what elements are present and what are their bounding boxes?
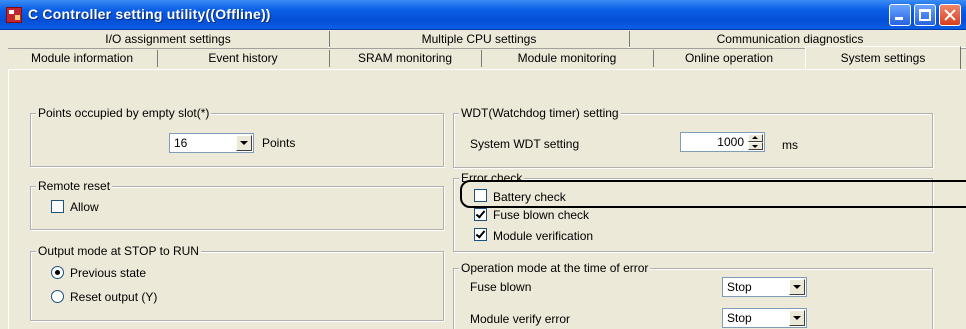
fuse-blown-check-checkbox[interactable] [474,208,487,221]
close-button[interactable] [939,4,961,26]
module-verify-error-value: Stop [727,311,752,325]
previous-state-radio[interactable] [51,266,64,279]
previous-state-label[interactable]: Previous state [70,266,146,280]
window-title: C Controller setting utility((Offline)) [28,6,271,22]
output-mode-group: Output mode at STOP to RUN [30,244,444,321]
radio-selected-dot [55,270,60,275]
reset-output-radio[interactable] [51,290,64,303]
system-wdt-spinbox[interactable]: 1000 [680,132,765,152]
points-dropdown-button[interactable] [236,135,252,151]
tab-system-settings[interactable]: System settings [805,46,961,70]
fuse-blown-label: Fuse blown [470,280,532,294]
arrow-up-icon [752,136,758,139]
tab-multiple-cpu[interactable]: Multiple CPU settings [330,30,628,48]
spin-down-button[interactable] [748,142,763,150]
app-window: C Controller setting utility((Offline)) … [0,0,966,329]
points-value: 16 [174,136,188,150]
maximize-button[interactable] [914,4,936,26]
tab-online-operation[interactable]: Online operation [654,49,804,67]
reset-output-label[interactable]: Reset output (Y) [70,290,157,304]
maximize-icon [919,9,931,21]
app-icon [6,7,22,23]
remote-reset-title: Remote reset [36,179,113,193]
module-verify-error-label: Module verify error [470,312,571,326]
chevron-down-icon [240,141,248,145]
allow-label[interactable]: Allow [70,200,99,214]
chevron-down-icon [793,285,801,289]
battery-check-highlight [460,180,966,208]
checkmark-icon [475,228,486,239]
wdt-title: WDT(Watchdog timer) setting [459,106,621,120]
tab-io-assignment[interactable]: I/O assignment settings [8,30,328,48]
tab-module-monitoring[interactable]: Module monitoring [482,49,652,67]
checkmark-icon [475,208,486,219]
operation-mode-title: Operation mode at the time of error [459,261,651,275]
module-verify-error-dropdown-button[interactable] [789,310,805,326]
fuse-blown-value: Stop [727,280,752,294]
system-wdt-value: 1000 [717,135,744,149]
close-icon [940,5,960,25]
tab-sram-monitoring[interactable]: SRAM monitoring [330,49,480,67]
tab-module-information[interactable]: Module information [8,49,156,67]
title-bar[interactable]: C Controller setting utility((Offline)) [0,0,966,30]
points-select[interactable]: 16 [169,133,254,153]
tab-event-history[interactable]: Event history [158,49,328,67]
system-wdt-unit: ms [782,138,798,152]
fuse-blown-dropdown-button[interactable] [789,279,805,295]
fuse-blown-check-label[interactable]: Fuse blown check [493,208,589,222]
module-verification-checkbox[interactable] [474,228,487,241]
allow-checkbox[interactable] [51,200,64,213]
arrow-down-icon [752,145,758,148]
minimize-icon [895,17,903,20]
points-occupied-title: Points occupied by empty slot(*) [36,106,212,120]
minimize-button[interactable] [889,4,911,26]
output-mode-title: Output mode at STOP to RUN [36,244,201,258]
chevron-down-icon [793,316,801,320]
spin-up-button[interactable] [748,134,763,142]
points-unit: Points [262,136,296,150]
system-wdt-label: System WDT setting [470,137,580,151]
module-verify-error-select[interactable]: Stop [722,308,807,328]
fuse-blown-select[interactable]: Stop [722,277,807,297]
module-verification-label[interactable]: Module verification [493,229,593,243]
